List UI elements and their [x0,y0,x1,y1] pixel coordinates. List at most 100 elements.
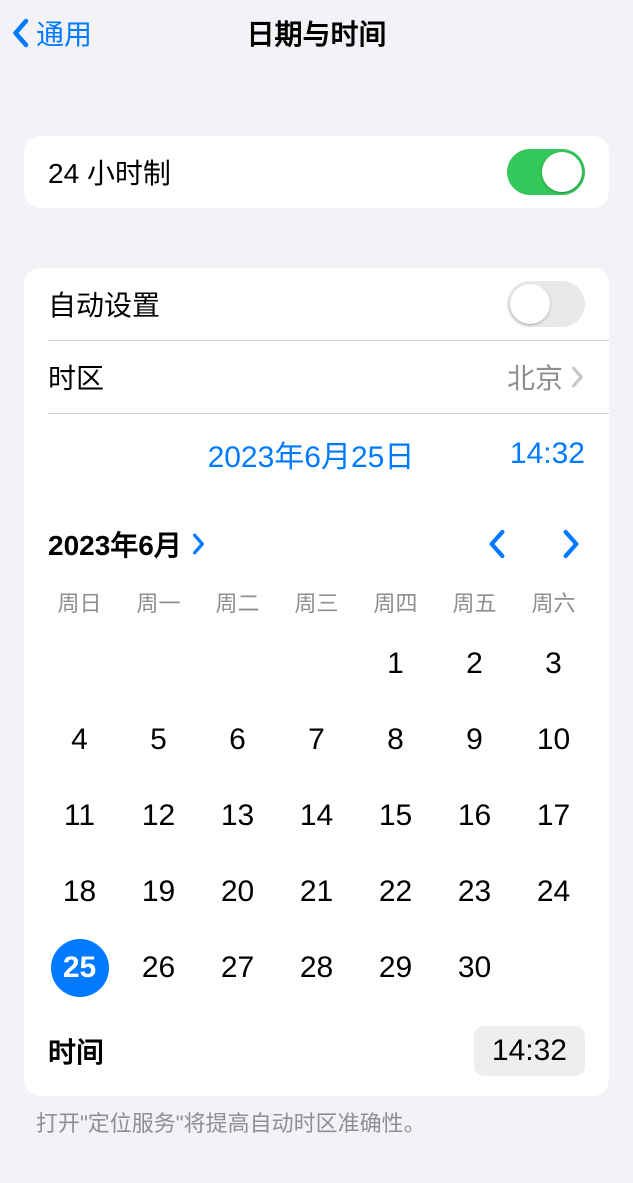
calendar-day-cell[interactable]: 11 [40,778,119,854]
calendar-day-number: 27 [209,939,267,997]
chevron-right-icon [192,533,206,555]
weekday-label: 周一 [119,586,198,618]
calendar-day-cell[interactable]: 20 [198,854,277,930]
calendar-day-cell[interactable]: 7 [277,702,356,778]
calendar-day-number: 12 [130,787,188,845]
calendar-day-number: 15 [367,787,425,845]
weekday-label: 周六 [514,586,593,618]
calendar-day-cell[interactable]: 29 [356,930,435,1006]
calendar-day-cell[interactable]: 27 [198,930,277,1006]
row-24-hour: 24 小时制 [24,136,609,208]
calendar-day-cell[interactable]: 19 [119,854,198,930]
time-picker-button[interactable]: 14:32 [474,1026,585,1076]
calendar-day-number: 4 [51,711,109,769]
calendar-day-cell[interactable]: 24 [514,854,593,930]
calendar-empty-cell [198,626,277,702]
calendar-day-number: 30 [446,939,504,997]
calendar-next-month-button[interactable] [557,528,585,560]
calendar-day-cell[interactable]: 4 [40,702,119,778]
calendar-day-cell[interactable]: 6 [198,702,277,778]
calendar-day-cell[interactable]: 8 [356,702,435,778]
calendar-day-number: 25 [51,939,109,997]
calendar-day-cell[interactable]: 12 [119,778,198,854]
calendar-day-number: 24 [525,863,583,921]
chevron-right-icon [557,528,585,560]
weekday-label: 周四 [356,586,435,618]
label-timezone: 时区 [48,357,104,397]
label-time: 时间 [48,1031,104,1071]
calendar-header: 2023年6月 [24,504,609,578]
label-auto-set: 自动设置 [48,284,160,324]
calendar-day-number: 18 [51,863,109,921]
calendar-day-cell[interactable]: 22 [356,854,435,930]
calendar-day-number: 19 [130,863,188,921]
calendar-day-cell[interactable]: 9 [435,702,514,778]
calendar-day-number: 22 [367,863,425,921]
calendar-day-cell[interactable]: 5 [119,702,198,778]
calendar-day-cell[interactable]: 15 [356,778,435,854]
weekday-label: 周三 [277,586,356,618]
weekday-label: 周日 [40,586,119,618]
calendar-grid: 1234567891011121314151617181920212223242… [24,626,609,1016]
summary-date[interactable]: 2023年6月25日 [48,432,510,476]
calendar-day-number: 7 [288,711,346,769]
calendar-day-cell[interactable]: 25 [40,930,119,1006]
calendar-day-number: 26 [130,939,188,997]
value-time: 14:32 [492,1034,567,1067]
chevron-left-icon [483,528,511,560]
calendar-day-cell[interactable]: 17 [514,778,593,854]
page-title: 日期与时间 [246,13,386,53]
calendar-day-number: 11 [51,787,109,845]
calendar-day-number: 28 [288,939,346,997]
calendar-day-number: 17 [525,787,583,845]
timezone-value-container: 北京 [507,357,585,397]
switch-thumb [542,152,582,192]
switch-24-hour[interactable] [507,149,585,195]
row-time: 时间 14:32 [24,1016,609,1096]
calendar-day-number: 9 [446,711,504,769]
chevron-left-icon [10,18,30,48]
calendar-empty-cell [277,626,356,702]
switch-auto-set[interactable] [507,281,585,327]
footer-note: 打开"定位服务"将提高自动时区准确性。 [36,1106,597,1138]
group-datetime: 自动设置 时区 北京 2023年6月25日 14:32 2023年6月 [24,268,609,1096]
calendar-day-number: 21 [288,863,346,921]
calendar-day-cell[interactable]: 23 [435,854,514,930]
calendar-day-cell[interactable]: 28 [277,930,356,1006]
calendar-month-button[interactable]: 2023年6月 [48,524,206,564]
calendar-nav [483,528,585,560]
calendar-day-cell[interactable]: 21 [277,854,356,930]
calendar-day-cell[interactable]: 2 [435,626,514,702]
calendar-day-number: 29 [367,939,425,997]
calendar-day-cell[interactable]: 26 [119,930,198,1006]
calendar-day-number: 3 [525,635,583,693]
calendar-day-cell[interactable]: 13 [198,778,277,854]
calendar-day-cell[interactable]: 16 [435,778,514,854]
calendar-day-number: 1 [367,635,425,693]
back-button[interactable]: 通用 [0,13,92,53]
weekday-label: 周五 [435,586,514,618]
calendar-day-number: 2 [446,635,504,693]
calendar-day-cell[interactable]: 18 [40,854,119,930]
calendar-day-cell[interactable]: 30 [435,930,514,1006]
calendar-day-cell[interactable]: 3 [514,626,593,702]
value-timezone: 北京 [507,357,563,397]
calendar-day-cell[interactable]: 1 [356,626,435,702]
calendar-prev-month-button[interactable] [483,528,511,560]
calendar-month-label: 2023年6月 [48,524,182,564]
calendar-weekdays: 周日周一周二周三周四周五周六 [24,586,609,618]
calendar-day-number: 14 [288,787,346,845]
calendar-empty-cell [40,626,119,702]
back-label: 通用 [36,13,92,53]
calendar-day-number: 10 [525,711,583,769]
group-24h: 24 小时制 [24,136,609,208]
calendar-day-cell[interactable]: 10 [514,702,593,778]
calendar-day-number: 23 [446,863,504,921]
calendar-empty-cell [119,626,198,702]
calendar-day-number: 20 [209,863,267,921]
weekday-label: 周二 [198,586,277,618]
calendar-day-cell[interactable]: 14 [277,778,356,854]
nav-header: 通用 日期与时间 [0,0,633,66]
summary-time[interactable]: 14:32 [510,437,585,471]
row-timezone[interactable]: 时区 北京 [24,341,609,413]
